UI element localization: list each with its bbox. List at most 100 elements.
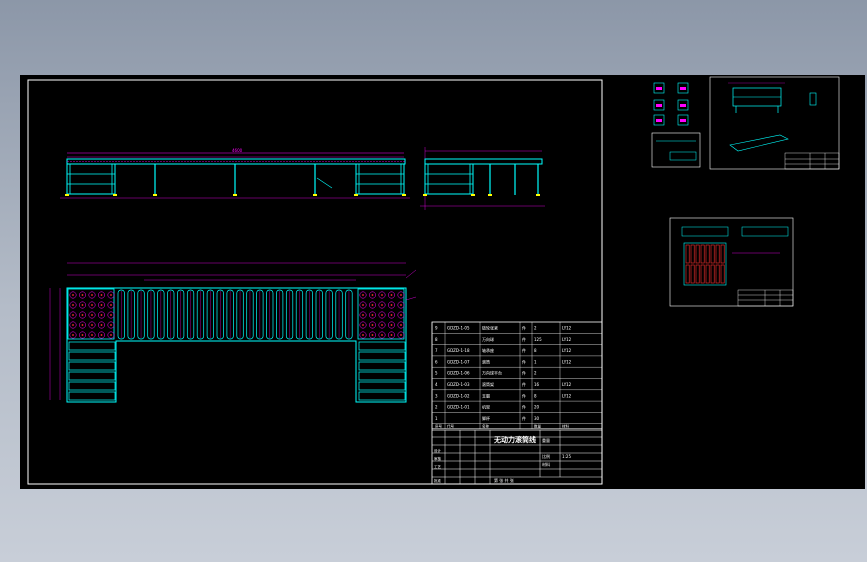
detail-roller [710,244,715,264]
bom-material: LY12 [562,382,572,387]
bom-qty: 16 [534,382,540,387]
bom-unit: 件 [522,415,526,421]
roller-strip [117,289,353,340]
bom-name: 脚杯 [482,415,490,421]
ball-center [110,294,112,296]
bom-code: GDZD-1-01 [447,405,470,410]
bom-name: 链轮张紧 [482,325,498,331]
ball-center [81,324,84,326]
detail-sheet-frame-part[interactable] [709,76,840,170]
drawer-stack-right [358,341,406,401]
bom-code: GDZD-1-02 [447,393,470,398]
bom-qty: 2 [534,371,537,376]
title-block[interactable]: 无动力滚筒线 重量 比例 1:25 材料 第 张 共 张 设计 审核 工艺 批准 [432,429,602,484]
material-label: 材料 [542,461,550,467]
ball-center [371,324,374,326]
bom-code: GDZD-1-03 [447,382,470,387]
ball-center [72,304,74,306]
ball-center [72,334,74,336]
drawer [68,361,116,371]
detail-roller [695,264,700,284]
ball-center [400,324,402,326]
bom-no: 7 [435,348,438,353]
side-view[interactable] [420,147,545,210]
detail-roller [700,264,705,284]
ball-center [100,294,103,296]
bom-name: 滚筒架 [482,381,494,387]
ball-center [81,304,84,306]
bom-qty: 8 [534,348,537,353]
ball-center [390,314,393,316]
bom-header-cell: 名称 [482,424,490,429]
detail-roller [720,264,725,284]
bom-unit: 件 [522,347,526,353]
bom-qty: 8 [534,393,537,398]
front-view[interactable]: 4600 [60,148,410,199]
ball-center [81,294,84,296]
bom-qty: 20 [534,405,540,410]
ball-center [390,294,393,296]
svg-text:4600: 4600 [232,148,243,153]
bom-no: 9 [435,326,438,331]
ball-center [81,334,84,336]
ball-center [100,314,103,316]
bom-code: GDZD-1-07 [447,359,470,364]
ball-center [91,334,93,336]
ball-center [381,314,383,316]
drawer [358,361,406,371]
drawer [358,351,406,361]
ball-center [371,304,374,306]
title-row-design: 设计 [434,448,442,453]
bom-name: 机架 [482,404,490,410]
ball-center [91,294,93,296]
plan-view[interactable] [49,262,417,403]
bom-name: 轴承座 [482,347,494,353]
bom-unit: 件 [522,325,526,331]
detail-roller [720,244,725,264]
bom-header-cell: 序号 [435,424,443,429]
ball-center [371,314,374,316]
ball-center [390,304,393,306]
bom-no: 6 [435,359,438,364]
bom-qty: 1 [534,359,537,364]
ball-center [110,304,112,306]
bom-qty: 2 [534,326,537,331]
ball-center [81,314,84,316]
ball-center [362,314,364,316]
ball-center [72,324,74,326]
drawer [358,381,406,391]
cad-model-space[interactable]: 4600 9 GDZD-1-05 链轮张紧 件 2 LY12 8 万向球 件 1… [20,75,865,489]
drawer [358,371,406,381]
title-row-process: 工艺 [434,464,442,469]
ball-center [362,334,364,336]
detail-roller [695,244,700,264]
bom-material: LY12 [562,348,572,353]
ball-center [100,324,103,326]
main-drawing-frame [27,79,603,485]
ball-center [371,294,374,296]
detail-roller [705,244,710,264]
detail-roller [700,244,705,264]
ball-center [72,314,74,316]
bom-code: GDZD-1-05 [447,326,470,331]
bom-header-cell: 代号 [447,424,455,429]
title-row-approve: 批准 [434,478,442,483]
detail-sheet-small-parts[interactable] [651,80,701,168]
detail-roller [685,264,690,284]
bom-material: LY12 [562,359,572,364]
drawer [68,341,116,351]
ball-center [371,334,374,336]
detail-sheet-roller-module[interactable] [669,217,794,307]
bom-code: GDZD-1-18 [447,348,470,353]
drawer [68,371,116,381]
bill-of-materials[interactable]: 9 GDZD-1-05 链轮张紧件 2 LY128 万向球件 125 LY127 GDZD-1-… [431,321,603,485]
bom-no: 4 [435,382,438,387]
bom-no: 2 [435,405,438,410]
bom-header-cell: 材料 [562,424,570,429]
bom-name: 万向球平台 [482,370,502,376]
detail-roller [715,264,720,284]
ball-center [390,324,393,326]
detail-roller [690,244,695,264]
drawer-stack-left [68,341,116,401]
ball-center [381,294,383,296]
